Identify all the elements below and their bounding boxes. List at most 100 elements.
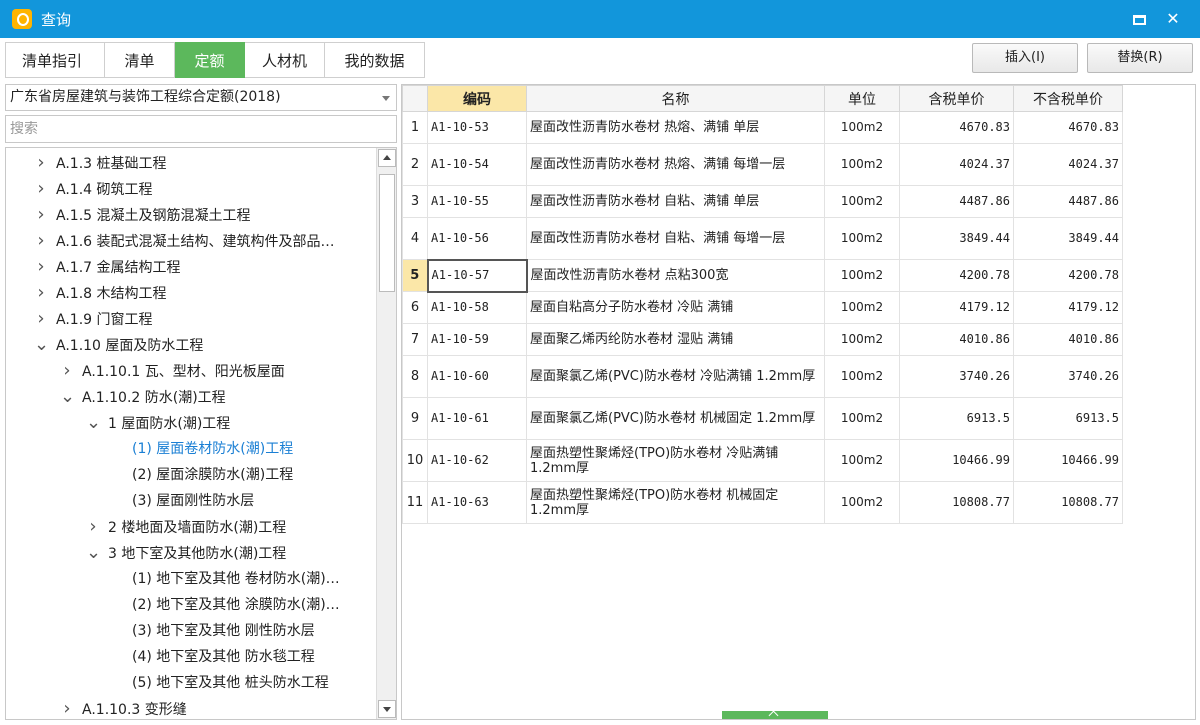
chevron-right-icon[interactable]: › [34, 202, 48, 228]
table-row[interactable]: 4 A1-10-56 屋面改性沥青防水卷材 自粘、满铺 每增一层 100m2 3849.… [402, 217, 1123, 260]
cell-notax-price[interactable]: 4024.37 [1013, 143, 1123, 186]
cell-tax-price[interactable]: 4487.86 [899, 185, 1014, 218]
cell-tax-price[interactable]: 10466.99 [899, 439, 1014, 482]
cell-name[interactable]: 屋面改性沥青防水卷材 点粘300宽 [526, 259, 825, 292]
tab-list-guide[interactable]: 清单指引 [5, 42, 105, 78]
cell-unit[interactable]: 100m2 [824, 323, 900, 356]
cell-notax-price[interactable]: 4200.78 [1013, 259, 1123, 292]
table-row[interactable]: 1 A1-10-53 屋面改性沥青防水卷材 热熔、满铺 单层 100m2 4670.83… [402, 111, 1123, 144]
cell-tax-price[interactable]: 4670.83 [899, 111, 1014, 144]
cell-tax-price[interactable]: 4179.12 [899, 291, 1014, 324]
chevron-right-icon[interactable]: › [86, 514, 100, 540]
table-row[interactable]: 9 A1-10-61 屋面聚氯乙烯(PVC)防水卷材 机械固定 1.2mm厚 100m… [402, 397, 1123, 440]
cell-notax-price[interactable]: 4010.86 [1013, 323, 1123, 356]
cell-notax-price[interactable]: 4487.86 [1013, 185, 1123, 218]
cell-code[interactable]: A1-10-57 [426, 258, 528, 293]
cell-tax-price[interactable]: 3740.26 [899, 355, 1014, 398]
cell-name[interactable]: 屋面改性沥青防水卷材 自粘、满铺 单层 [526, 185, 825, 218]
cell-unit[interactable]: 100m2 [824, 397, 900, 440]
row-number[interactable]: 2 [402, 143, 428, 186]
cell-notax-price[interactable]: 3849.44 [1013, 217, 1123, 260]
cell-tax-price[interactable]: 4010.86 [899, 323, 1014, 356]
header-name[interactable]: 名称 [526, 85, 825, 112]
row-number[interactable]: 6 [402, 291, 428, 324]
scroll-down-icon[interactable] [378, 700, 396, 718]
cell-code[interactable]: A1-10-62 [427, 439, 527, 482]
tree-item[interactable]: › A.1.10.1 瓦、型材、阳光板屋面 [60, 358, 284, 384]
chevron-down-icon[interactable]: ⌄ [86, 540, 101, 566]
cell-unit[interactable]: 100m2 [824, 439, 900, 482]
tree-item[interactable]: › A.1.10.3 变形缝 [60, 696, 186, 719]
cell-unit[interactable]: 100m2 [824, 259, 900, 292]
table-row[interactable]: 11 A1-10-63 屋面热塑性聚烯烃(TPO)防水卷材 机械固定 1.2mm厚 1… [402, 481, 1123, 524]
scroll-thumb[interactable] [379, 174, 395, 292]
maximize-icon[interactable] [1124, 4, 1154, 34]
cell-unit[interactable]: 100m2 [824, 185, 900, 218]
tree-scrollbar[interactable] [376, 148, 396, 719]
tree-item[interactable]: ⌄ A.1.10 屋面及防水工程 [34, 332, 203, 358]
table-row[interactable]: 2 A1-10-54 屋面改性沥青防水卷材 热熔、满铺 每增一层 100m2 4024.… [402, 143, 1123, 186]
table-row[interactable]: 5 A1-10-57 屋面改性沥青防水卷材 点粘300宽 100m2 4200.78 42… [402, 258, 1123, 293]
cell-tax-price[interactable]: 4200.78 [899, 259, 1014, 292]
chevron-down-icon[interactable]: ⌄ [60, 384, 75, 410]
chevron-down-icon[interactable]: ⌄ [34, 332, 49, 358]
cell-code[interactable]: A1-10-59 [427, 323, 527, 356]
tree-item[interactable]: › A.1.3 桩基础工程 [34, 150, 166, 176]
tree-item[interactable]: (2) 地下室及其他 涂膜防水(潮)… [132, 592, 340, 618]
table-row[interactable]: 10 A1-10-62 屋面热塑性聚烯烃(TPO)防水卷材 冷贴满铺 1.2mm厚 1… [402, 439, 1123, 482]
cell-code[interactable]: A1-10-60 [427, 355, 527, 398]
chevron-right-icon[interactable]: › [34, 254, 48, 280]
chevron-down-icon[interactable]: ⌄ [86, 410, 101, 436]
collapse-handle[interactable] [722, 711, 828, 719]
cell-unit[interactable]: 100m2 [824, 143, 900, 186]
cell-name[interactable]: 屋面热塑性聚烯烃(TPO)防水卷材 冷贴满铺 1.2mm厚 [526, 439, 825, 482]
cell-name[interactable]: 屋面聚氯乙烯(PVC)防水卷材 机械固定 1.2mm厚 [526, 397, 825, 440]
tab-my-data[interactable]: 我的数据 [325, 42, 425, 78]
row-number[interactable]: 11 [402, 481, 428, 524]
cell-code[interactable]: A1-10-58 [427, 291, 527, 324]
close-icon[interactable]: ✕ [1158, 4, 1188, 34]
cell-notax-price[interactable]: 3740.26 [1013, 355, 1123, 398]
cell-notax-price[interactable]: 10808.77 [1013, 481, 1123, 524]
cell-notax-price[interactable]: 4670.83 [1013, 111, 1123, 144]
row-number[interactable]: 8 [402, 355, 428, 398]
row-number[interactable]: 4 [402, 217, 428, 260]
cell-unit[interactable]: 100m2 [824, 481, 900, 524]
tree-item[interactable]: ⌄ 3 地下室及其他防水(潮)工程 [86, 540, 286, 566]
cell-name[interactable]: 屋面自粘高分子防水卷材 冷贴 满铺 [526, 291, 825, 324]
cell-tax-price[interactable]: 10808.77 [899, 481, 1014, 524]
cell-code[interactable]: A1-10-55 [427, 185, 527, 218]
tree-item[interactable]: › A.1.6 装配式混凝土结构、建筑构件及部品… [34, 228, 334, 254]
tree-item[interactable]: › A.1.4 砌筑工程 [34, 176, 152, 202]
cell-notax-price[interactable]: 6913.5 [1013, 397, 1123, 440]
cell-tax-price[interactable]: 6913.5 [899, 397, 1014, 440]
tree-item[interactable]: › A.1.9 门窗工程 [34, 306, 152, 332]
cell-tax-price[interactable]: 3849.44 [899, 217, 1014, 260]
chevron-right-icon[interactable]: › [34, 228, 48, 254]
row-number[interactable]: 7 [402, 323, 428, 356]
header-code[interactable]: 编码 [427, 85, 527, 112]
search-input[interactable] [10, 121, 390, 137]
replace-button[interactable]: 替换(R) [1087, 43, 1193, 73]
tab-quota[interactable]: 定额 [175, 42, 245, 78]
tab-labor-material-machine[interactable]: 人材机 [245, 42, 325, 78]
table-row[interactable]: 7 A1-10-59 屋面聚乙烯丙纶防水卷材 湿贴 满铺 100m2 4010.86 40… [402, 323, 1123, 356]
scroll-up-icon[interactable] [378, 149, 396, 167]
row-number[interactable]: 9 [402, 397, 428, 440]
cell-unit[interactable]: 100m2 [824, 111, 900, 144]
tree-item[interactable]: › A.1.5 混凝土及钢筋混凝土工程 [34, 202, 250, 228]
cell-name[interactable]: 屋面聚氯乙烯(PVC)防水卷材 冷贴满铺 1.2mm厚 [526, 355, 825, 398]
tree-item[interactable]: (2) 屋面涂膜防水(潮)工程 [132, 462, 293, 488]
cell-code[interactable]: A1-10-53 [427, 111, 527, 144]
tree-item[interactable]: (1) 地下室及其他 卷材防水(潮)… [132, 566, 340, 592]
tree-item[interactable]: › A.1.7 金属结构工程 [34, 254, 180, 280]
chevron-right-icon[interactable]: › [34, 280, 48, 306]
tree-item[interactable]: (1) 屋面卷材防水(潮)工程 [132, 436, 293, 462]
table-row[interactable]: 8 A1-10-60 屋面聚氯乙烯(PVC)防水卷材 冷贴满铺 1.2mm厚 100m… [402, 355, 1123, 398]
cell-tax-price[interactable]: 4024.37 [899, 143, 1014, 186]
cell-unit[interactable]: 100m2 [824, 355, 900, 398]
tree-item[interactable]: › 2 楼地面及墙面防水(潮)工程 [86, 514, 286, 540]
chevron-right-icon[interactable]: › [34, 306, 48, 332]
cell-name[interactable]: 屋面改性沥青防水卷材 热熔、满铺 每增一层 [526, 143, 825, 186]
cell-name[interactable]: 屋面改性沥青防水卷材 自粘、满铺 每增一层 [526, 217, 825, 260]
